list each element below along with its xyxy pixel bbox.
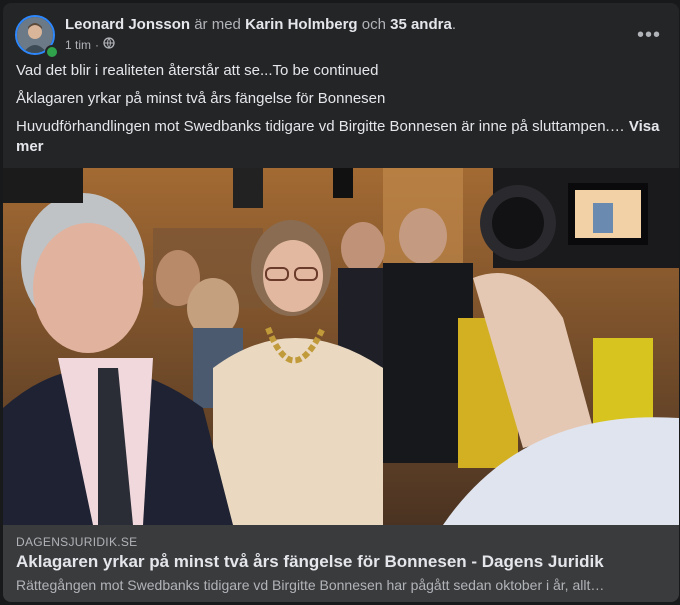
link-preview[interactable]: DAGENSJURIDIK.SE Aklagaren yrkar på mins… (3, 525, 679, 602)
link-description: Rättegången mot Swedbanks tidigare vd Bi… (16, 577, 605, 593)
post-meta: 1 tim · (65, 37, 115, 52)
link-domain: DAGENSJURIDIK.SE (16, 535, 138, 549)
with-text: är med (190, 16, 246, 33)
post-line-3: Huvudförhandlingen mot Swedbanks tidigar… (16, 117, 663, 157)
post-line-3-text: Huvudförhandlingen mot Swedbanks tidigar… (16, 118, 625, 135)
link-title[interactable]: Aklagaren yrkar på minst två års fängels… (16, 552, 604, 572)
post-card: Leonard Jonsson är med Karin Holmberg oc… (3, 3, 679, 602)
meta-separator: · (95, 37, 100, 52)
globe-icon[interactable] (103, 37, 115, 52)
and-text: och (357, 16, 391, 33)
period-text: . (451, 16, 456, 33)
post-line-2: Åklagaren yrkar på minst två års fängels… (16, 90, 386, 107)
post-photo[interactable] (3, 168, 679, 525)
others-link[interactable]: 35 andra (390, 16, 452, 33)
online-status-dot (45, 45, 59, 59)
post-time[interactable]: 1 tim (65, 38, 91, 52)
post-author-line: Leonard Jonsson är med Karin Holmberg oc… (65, 15, 456, 35)
tagged-person[interactable]: Karin Holmberg (245, 16, 358, 33)
post-header: Leonard Jonsson är med Karin Holmberg oc… (15, 13, 667, 61)
post-line-1: Vad det blir i realiteten återstår att s… (16, 62, 379, 79)
post-text: Vad det blir i realiteten återstår att s… (16, 61, 663, 165)
more-horizontal-icon[interactable]: ••• (631, 17, 667, 53)
author-name[interactable]: Leonard Jonsson (65, 16, 190, 33)
